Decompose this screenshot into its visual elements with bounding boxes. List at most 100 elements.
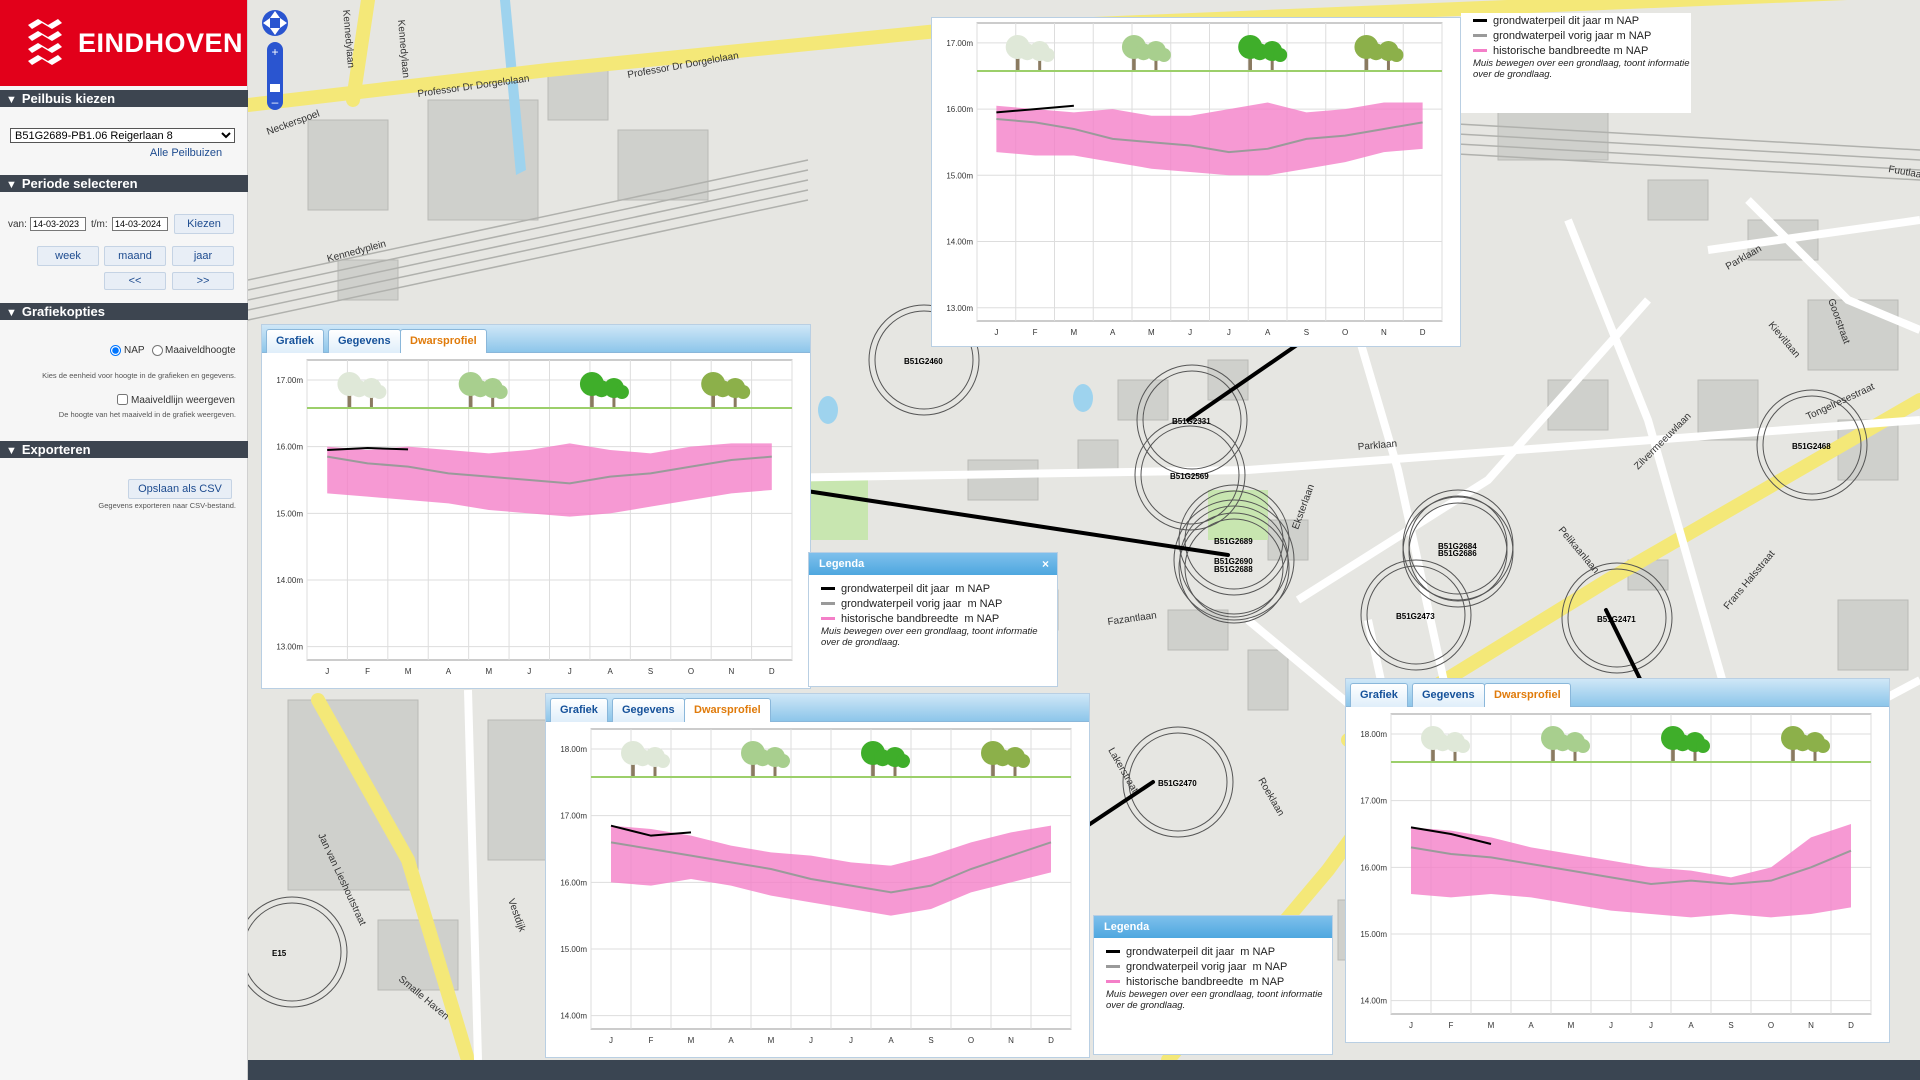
- tm-label: t/m:: [91, 219, 108, 230]
- y-tick-label: 14.00m: [1360, 997, 1387, 1006]
- well-label[interactable]: B51G2689: [1214, 537, 1253, 546]
- chart-panel-left[interactable]: Grafiek Gegevens Dwarsprofiel 17.00m 16.0…: [261, 324, 811, 689]
- close-icon[interactable]: ×: [1042, 553, 1049, 575]
- tree-crown: [1040, 48, 1055, 62]
- y-tick-label: 16.00m: [276, 443, 303, 452]
- map-street-label: Roeklaan: [1255, 776, 1286, 818]
- peilbuis-select[interactable]: B51G2689-PB1.06 Reigerlaan 8: [10, 128, 235, 143]
- tabbar-left: Grafiek Gegevens Dwarsprofiel: [262, 325, 810, 353]
- tab-dwarsprofiel[interactable]: Dwarsprofiel: [1484, 683, 1571, 707]
- well-label[interactable]: B51G2468: [1792, 442, 1831, 451]
- legend-middle: Legenda × grondwaterpeil dit jaar m NAP gro…: [808, 552, 1058, 687]
- section-peilbuis-header[interactable]: ▼ Peilbuis kiezen: [0, 90, 248, 107]
- x-tick-label: N: [1808, 1021, 1814, 1030]
- maaiveld-radio[interactable]: [152, 345, 163, 356]
- well-label[interactable]: E15: [272, 949, 287, 958]
- legend-unit: m NAP: [1252, 960, 1288, 973]
- x-tick-label: N: [728, 667, 734, 676]
- y-tick-label: 17.00m: [560, 812, 587, 821]
- map-street-label: Pelikaanlaan: [1556, 525, 1601, 576]
- well-label[interactable]: B51G2686: [1438, 549, 1477, 558]
- well-label[interactable]: B51G2331: [1172, 417, 1211, 426]
- tab-dwarsprofiel[interactable]: Dwarsprofiel: [684, 698, 771, 722]
- tree-crown: [1016, 754, 1030, 768]
- map-street-label: Vestdijk: [505, 897, 527, 934]
- all-peilbuizen-button[interactable]: Alle Peilbuizen: [140, 146, 232, 162]
- legend-title: Legenda: [819, 558, 865, 570]
- y-tick-label: 14.00m: [946, 238, 973, 247]
- tm-date-input[interactable]: [112, 217, 168, 231]
- maand-button[interactable]: maand: [104, 246, 166, 266]
- legend-item: historische bandbreedte m NAP: [1094, 974, 1332, 989]
- legend-label: grondwaterpeil vorig jaar: [1126, 960, 1247, 973]
- van-date-input[interactable]: [30, 217, 86, 231]
- legend-swatch: [821, 587, 835, 590]
- legend-item: historische bandbreedte m NAP: [1461, 43, 1691, 58]
- tab-dwarsprofiel[interactable]: Dwarsprofiel: [400, 329, 487, 353]
- x-tick-label: J: [1227, 328, 1231, 337]
- pan-zoom-icon[interactable]: + –: [258, 6, 292, 116]
- tab-grafiek[interactable]: Grafiek: [1350, 683, 1408, 707]
- tab-gegevens[interactable]: Gegevens: [612, 698, 685, 722]
- well-label[interactable]: B51G2473: [1396, 612, 1435, 621]
- svg-text:–: –: [272, 95, 279, 109]
- x-tick-label: M: [688, 1036, 695, 1045]
- save-csv-button[interactable]: Opslaan als CSV: [128, 479, 232, 499]
- tab-grafiek[interactable]: Grafiek: [266, 329, 324, 353]
- x-tick-label: M: [1568, 1021, 1575, 1030]
- section-grafiek-header[interactable]: ▼ Grafiekopties: [0, 303, 248, 320]
- tab-gegevens[interactable]: Gegevens: [328, 329, 401, 353]
- map-street-label: Kennedylaan: [395, 19, 411, 78]
- legend-label: historische bandbreedte m NAP: [1493, 44, 1649, 57]
- well-label[interactable]: B51G2569: [1170, 472, 1209, 481]
- x-tick-label: A: [1688, 1021, 1694, 1030]
- next-button[interactable]: >>: [172, 272, 234, 290]
- nap-radio[interactable]: [110, 345, 121, 356]
- well-label[interactable]: B51G2460: [904, 357, 943, 366]
- map[interactable]: Professor Dr Dorgelolaan Professor Dr Dor…: [248, 0, 1920, 1060]
- x-tick-label: M: [1148, 328, 1155, 337]
- x-tick-label: F: [1033, 328, 1038, 337]
- x-tick-label: A: [1528, 1021, 1534, 1030]
- kiezen-button[interactable]: Kiezen: [174, 214, 234, 234]
- x-tick-label: J: [527, 667, 531, 676]
- section-grafiek-label: Grafiekopties: [21, 304, 105, 319]
- chart-panel-top[interactable]: 17.00m 16.00m 15.00m 14.00m 13.00m J F M A M J J A S O…: [931, 17, 1461, 347]
- x-tick-label: J: [568, 667, 572, 676]
- tree-crown: [614, 385, 629, 399]
- chart-panel-right[interactable]: Grafiek Gegevens Dwarsprofiel 18.00m 17.0…: [1345, 678, 1890, 1043]
- x-tick-label: M: [405, 667, 412, 676]
- well-label[interactable]: B51G2471: [1597, 615, 1636, 624]
- jaar-button[interactable]: jaar: [172, 246, 234, 266]
- section-export-label: Exporteren: [21, 442, 91, 457]
- x-tick-label: S: [648, 667, 653, 676]
- x-tick-label: D: [1848, 1021, 1854, 1030]
- x-tick-label: A: [888, 1036, 894, 1045]
- y-tick-label: 14.00m: [560, 1012, 587, 1021]
- week-button[interactable]: week: [37, 246, 99, 266]
- prev-button[interactable]: <<: [104, 272, 166, 290]
- well-label[interactable]: B51G2470: [1158, 779, 1197, 788]
- legend-swatch: [821, 602, 835, 605]
- legend-unit: m NAP: [955, 582, 991, 595]
- x-tick-label: D: [769, 667, 775, 676]
- eindhoven-logo-icon: [28, 19, 62, 65]
- y-tick-label: 15.00m: [946, 171, 973, 180]
- well-label[interactable]: B51G2688: [1214, 565, 1253, 574]
- chart-panel-bottom[interactable]: Grafiek Gegevens Dwarsprofiel 18.00m 17.0…: [545, 693, 1090, 1058]
- map-street-label: Frans Halsstraat: [1722, 548, 1778, 611]
- legend-label: grondwaterpeil dit jaar: [841, 582, 950, 595]
- x-tick-label: O: [688, 667, 694, 676]
- tab-gegevens[interactable]: Gegevens: [1412, 683, 1485, 707]
- app: EINDHOVEN ▼ Peilbuis kiezen B51G2689-PB1.…: [0, 0, 1920, 1080]
- legend-unit: m NAP: [1240, 945, 1276, 958]
- map-nav-control[interactable]: + –: [258, 6, 292, 121]
- well-radius-circle: [248, 902, 342, 1002]
- section-periode-header[interactable]: ▼ Periode selecteren: [0, 175, 248, 192]
- legend-swatch: [1473, 34, 1487, 37]
- x-tick-label: A: [728, 1036, 734, 1045]
- legend-label: grondwaterpeil vorig jaar m NAP: [1493, 29, 1652, 42]
- section-export-header[interactable]: ▼ Exporteren: [0, 441, 248, 458]
- maaiveldlijn-checkbox[interactable]: [117, 394, 128, 405]
- tab-grafiek[interactable]: Grafiek: [550, 698, 608, 722]
